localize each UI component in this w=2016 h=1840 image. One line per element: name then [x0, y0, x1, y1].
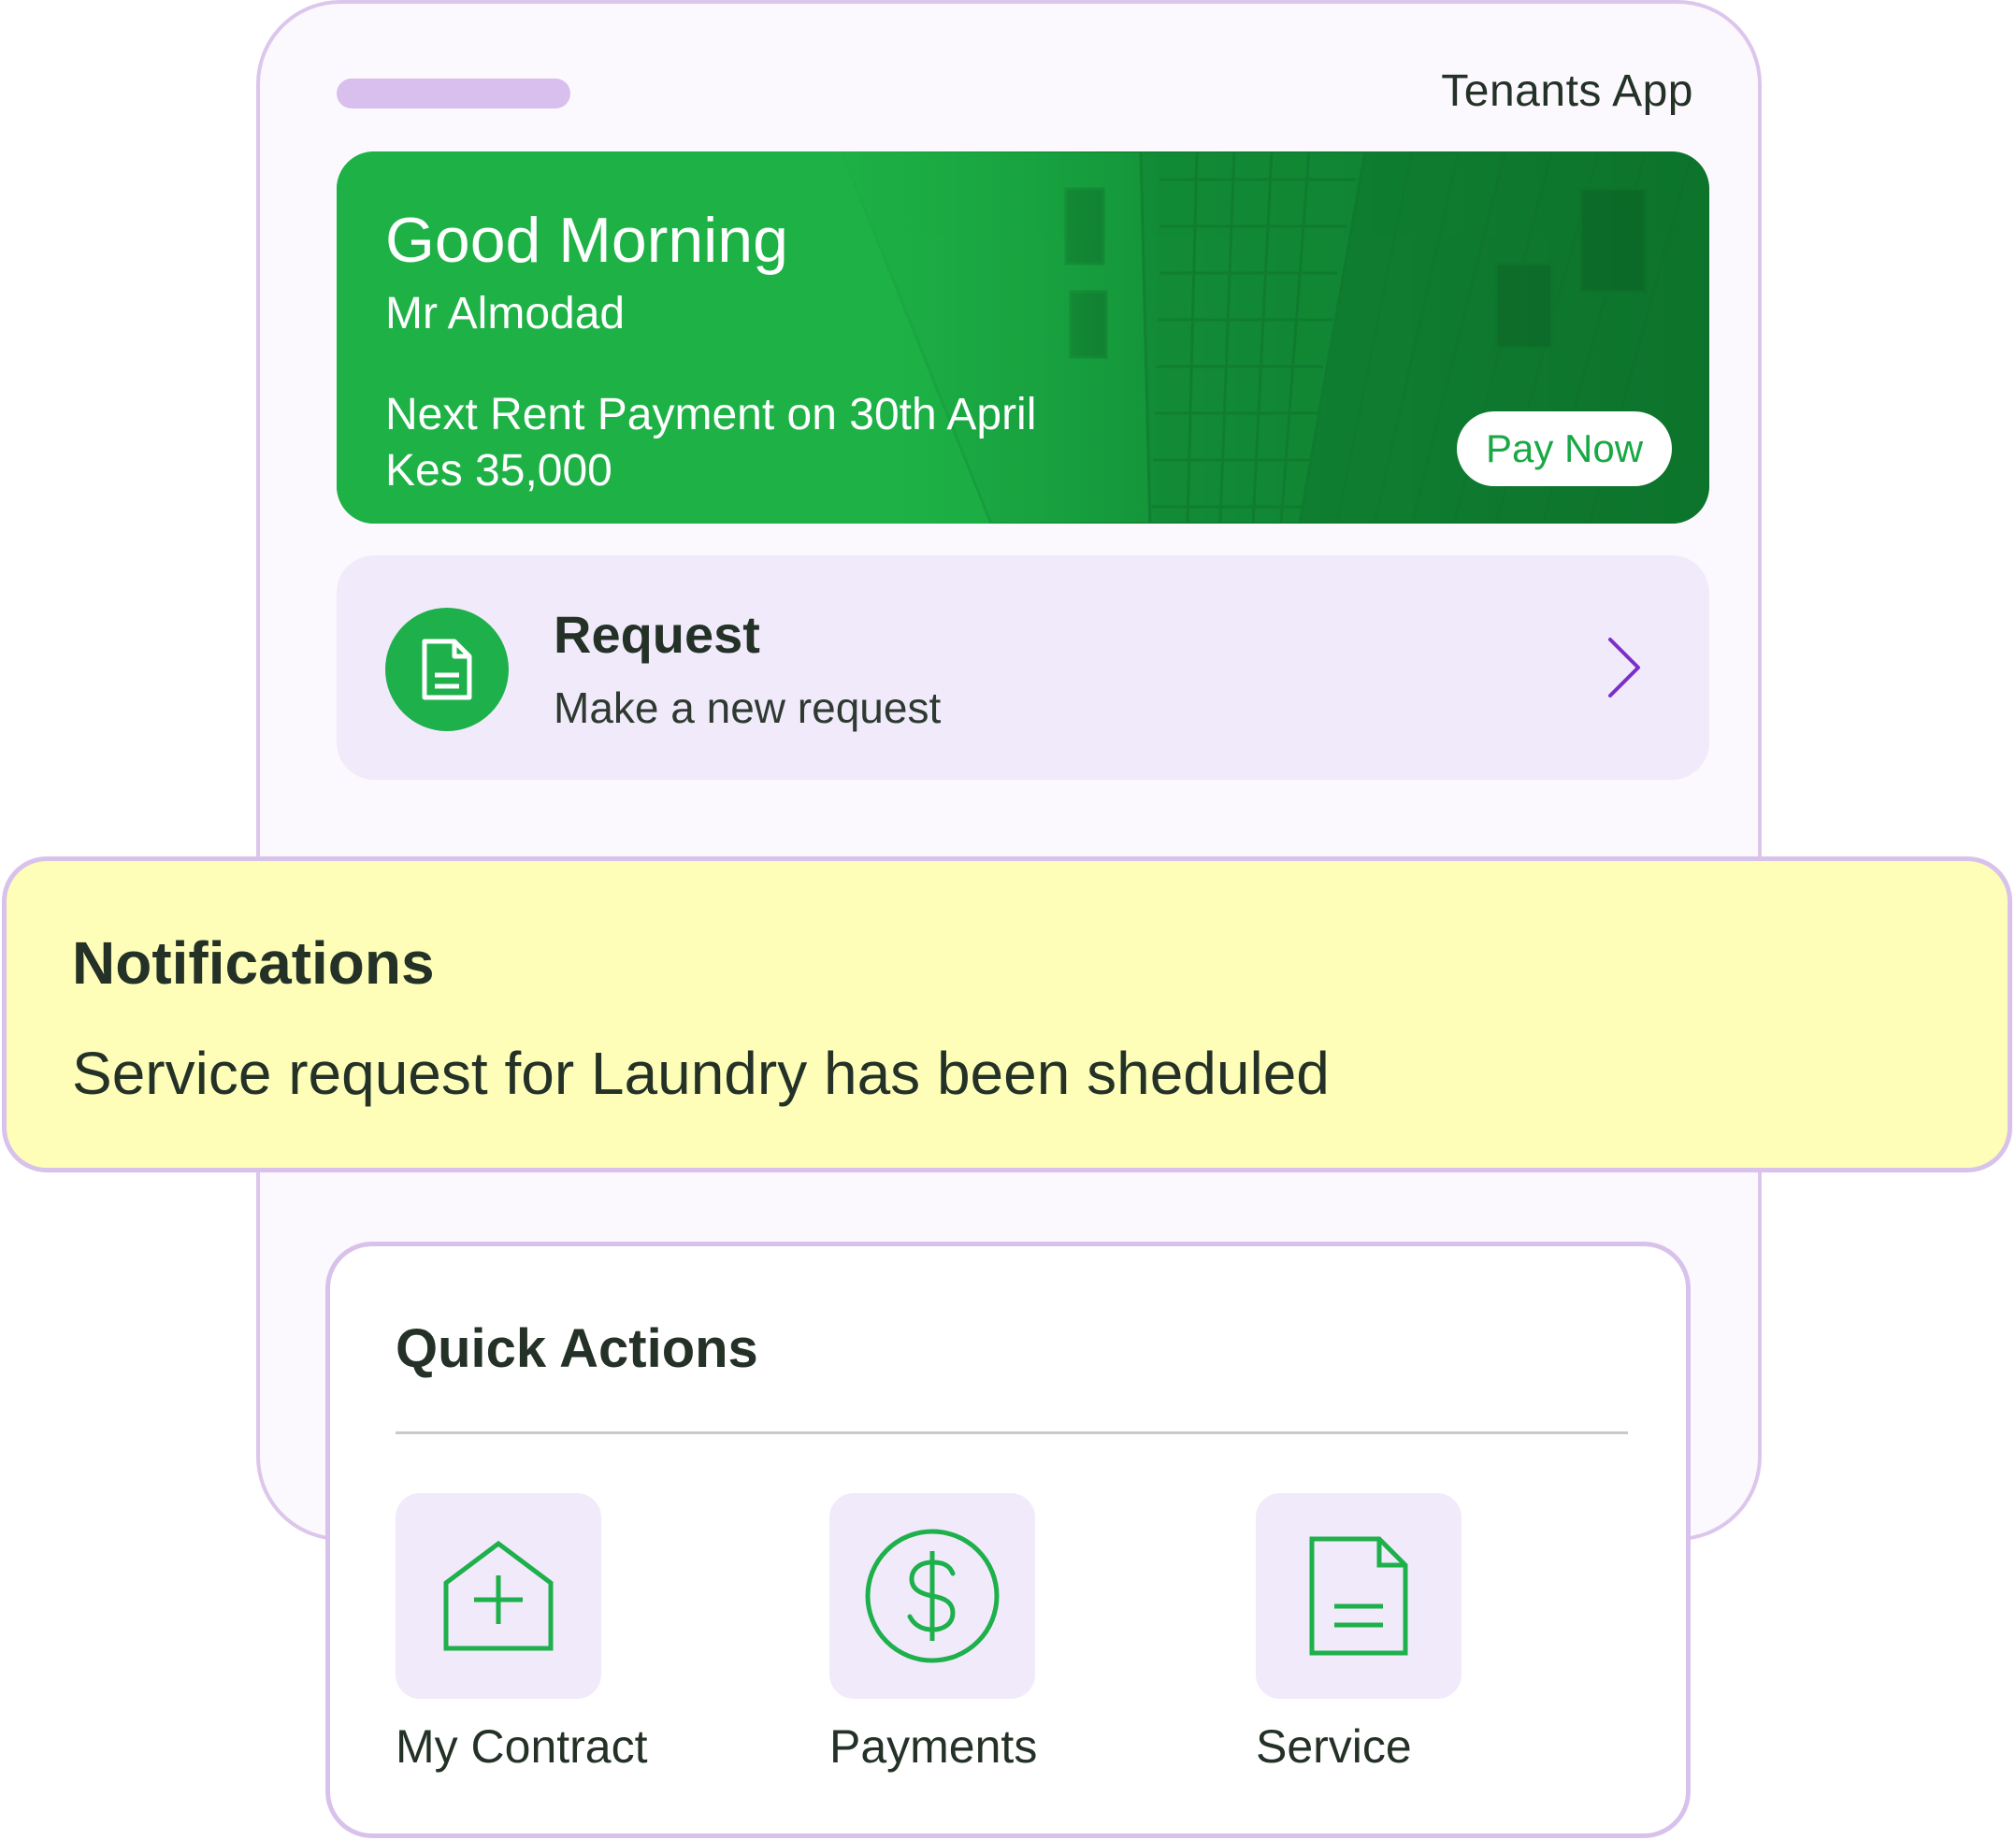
- notification-banner[interactable]: Notifications Service request for Laundr…: [2, 856, 2012, 1172]
- quick-action-my-contract[interactable]: My Contract: [396, 1493, 648, 1774]
- app-title: Tenants App: [1441, 66, 1693, 116]
- greeting-banner: Good Morning Mr Almodad Next Rent Paymen…: [337, 151, 1709, 524]
- quick-action-label: Service: [1256, 1720, 1412, 1773]
- quick-actions-title: Quick Actions: [396, 1318, 758, 1379]
- request-subtitle: Make a new request: [554, 683, 942, 732]
- request-card[interactable]: Request Make a new request: [337, 555, 1709, 780]
- chevron-right-icon[interactable]: [1606, 636, 1644, 699]
- quick-actions-card: Quick Actions My Contract Payments Servi…: [325, 1242, 1691, 1838]
- document-icon: [1256, 1493, 1462, 1699]
- quick-action-payments[interactable]: Payments: [829, 1493, 1037, 1774]
- pay-now-button[interactable]: Pay Now: [1457, 411, 1672, 486]
- greeting-text: Good Morning: [385, 205, 788, 276]
- divider: [396, 1431, 1628, 1434]
- quick-action-label: My Contract: [396, 1720, 648, 1773]
- notification-title: Notifications: [72, 929, 435, 997]
- document-icon: [385, 608, 509, 731]
- quick-action-service[interactable]: Service: [1256, 1493, 1462, 1774]
- payment-amount: Kes 35,000: [385, 446, 612, 496]
- request-title: Request: [554, 605, 760, 664]
- notification-message: Service request for Laundry has been she…: [72, 1040, 1330, 1107]
- next-payment-text: Next Rent Payment on 30th April: [385, 390, 1037, 439]
- dollar-circle-icon: [829, 1493, 1035, 1699]
- house-plus-icon: [396, 1493, 601, 1699]
- tenant-name: Mr Almodad: [385, 289, 626, 338]
- quick-action-label: Payments: [829, 1720, 1038, 1773]
- drag-handle: [337, 79, 570, 108]
